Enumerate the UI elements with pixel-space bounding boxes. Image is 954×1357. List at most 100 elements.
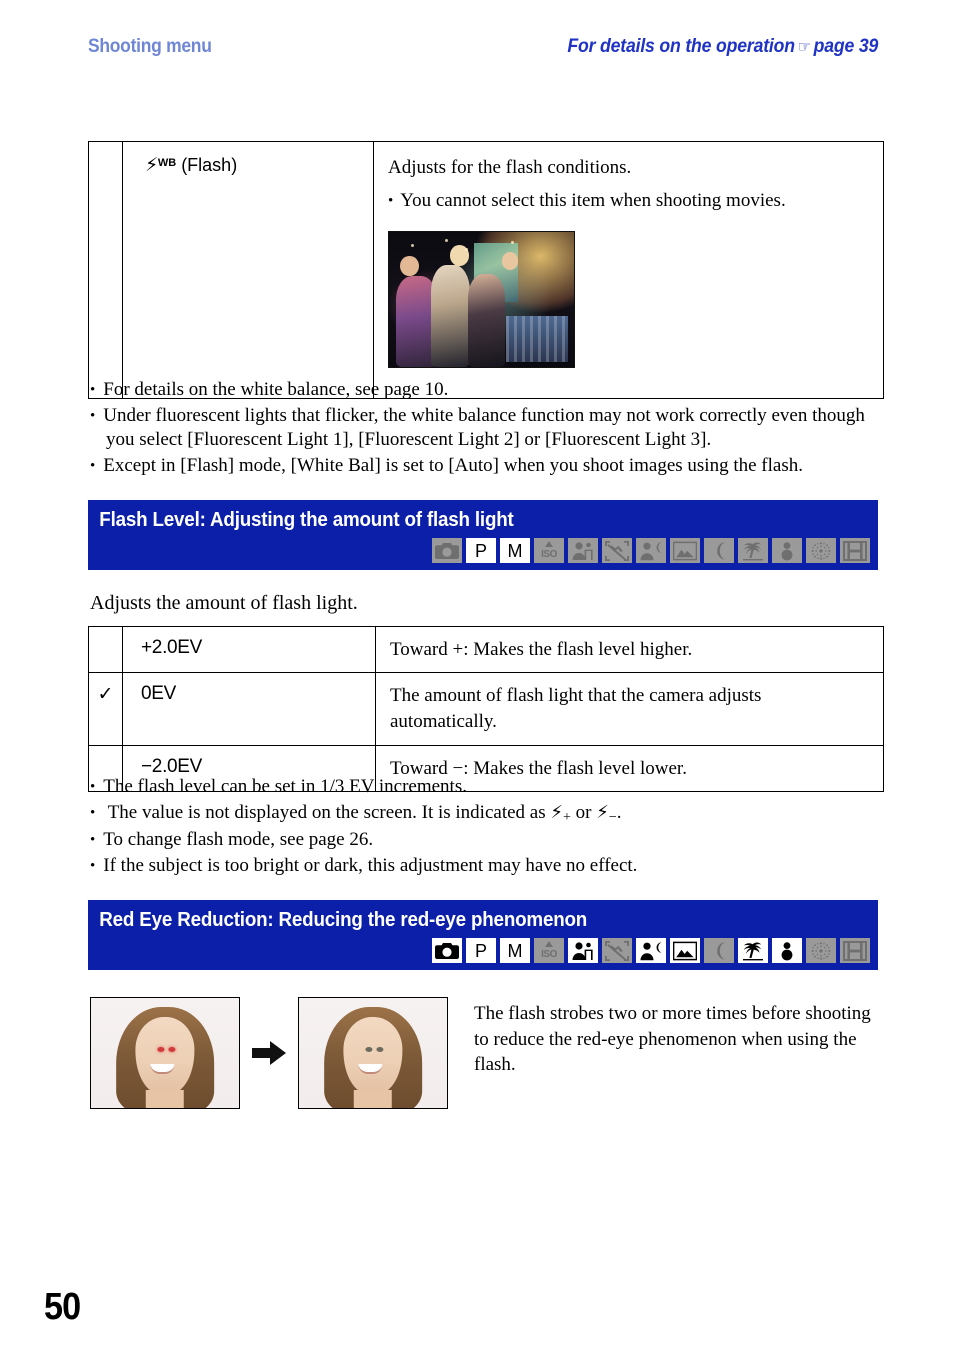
flash-plus-icon: ⚡+ <box>550 801 571 825</box>
program-mode-icon: P <box>466 938 496 963</box>
note-text: The value is not displayed on the screen… <box>107 801 551 823</box>
check-column-cell <box>88 141 123 399</box>
description-cell: Toward +: Makes the flash level higher. <box>375 625 884 674</box>
night-party-photo <box>388 230 575 368</box>
program-mode-icon: P <box>466 538 496 563</box>
level-desc: Toward +: Makes the flash level higher. <box>390 639 693 660</box>
check-cell: ✓ <box>88 672 123 746</box>
twilight-portrait-mode-icon <box>636 938 666 963</box>
red-eye-mode-icon-row: P M ISO <box>88 938 878 970</box>
note-text-or: or <box>570 801 597 823</box>
flash-term: ⚡WB (Flash) <box>123 142 373 176</box>
table-row: ⚡WB (Flash) Adjusts for the flash condit… <box>88 141 884 399</box>
term-cell: 0EV <box>122 672 376 746</box>
flash-level-banner: Flash Level: Adjusting the amount of fla… <box>88 500 878 570</box>
level-term: 0EV <box>141 683 177 705</box>
note-item: To change flash mode, see page 26. <box>90 828 890 853</box>
fireworks-mode-icon <box>806 538 836 563</box>
normal-eye-right <box>375 1047 383 1053</box>
note-item: If the subject is too bright or dark, th… <box>90 854 890 879</box>
movie-mode-icon <box>840 938 870 963</box>
red-eye-example-pair <box>90 997 448 1109</box>
photo-figures <box>396 262 526 367</box>
white-balance-flash-table: ⚡WB (Flash) Adjusts for the flash condit… <box>88 141 884 399</box>
running-head-page-ref: page 39 <box>813 36 878 57</box>
mouth <box>150 1064 175 1075</box>
portrait-without-red-eyes <box>298 997 448 1109</box>
mode-letter: P <box>474 940 487 961</box>
red-eye-description: The flash strobes two or more times befo… <box>474 1003 871 1076</box>
flash-level-intro: Adjusts the amount of flash light. <box>90 592 358 614</box>
running-head: Shooting menu For details on the operati… <box>88 36 878 66</box>
red-eye-content: The flash strobes two or more times befo… <box>90 997 885 1109</box>
flash-minus-icon: ⚡− <box>596 801 617 825</box>
flash-level-banner-title: Flash Level: Adjusting the amount of fla… <box>99 509 514 531</box>
arrow-container <box>240 1040 298 1066</box>
term-cell: ⚡WB (Flash) <box>122 141 374 399</box>
no-flash-mode-icon <box>602 538 632 563</box>
mouth <box>358 1064 383 1075</box>
face <box>343 1016 403 1094</box>
description-cell: The amount of flash light that the camer… <box>375 672 884 746</box>
red-eye-right <box>167 1047 175 1053</box>
table-row: ✓ 0EV The amount of flash light that the… <box>88 672 884 746</box>
running-head-right-text: For details on the operation <box>567 36 795 57</box>
soft-snap-mode-icon <box>568 538 598 563</box>
manual-mode-icon: M <box>500 938 530 963</box>
note-item: The flash level can be set in 1/3 EV inc… <box>90 775 890 800</box>
photo-light-dot <box>464 248 468 252</box>
red-eye-left <box>157 1047 165 1053</box>
flash-lead-text: Adjusts for the flash conditions. <box>388 157 632 178</box>
beach-mode-icon <box>738 938 768 963</box>
note-item: Under fluorescent lights that flicker, t… <box>90 404 890 453</box>
face <box>135 1016 195 1094</box>
photo-light-dot <box>411 244 415 248</box>
right-arrow-icon <box>252 1041 286 1065</box>
flash-level-mode-icon-row: P M ISO <box>88 538 878 570</box>
beach-mode-icon <box>738 538 768 563</box>
mode-letter: P <box>474 540 487 561</box>
pointing-hand-icon: ☞ <box>797 37 811 56</box>
red-eye-banner: Red Eye Reduction: Reducing the red-eye … <box>88 900 878 970</box>
photo-light-dot <box>444 238 448 242</box>
flash-level-notes: The flash level can be set in 1/3 EV inc… <box>90 775 890 879</box>
neck <box>353 1090 393 1108</box>
high-sensitivity-mode-icon: ISO <box>534 938 564 963</box>
snow-mode-icon <box>772 938 802 963</box>
default-setting-check-icon: ✓ <box>97 683 114 706</box>
iso-label: ISO <box>541 948 557 960</box>
note-text-end: . <box>616 801 622 823</box>
portrait-with-red-eyes <box>90 997 240 1109</box>
mode-letter: M <box>507 540 523 561</box>
flash-description: Adjusts for the flash conditions. You ca… <box>374 142 883 398</box>
flash-note-text: You cannot select this item when shootin… <box>388 188 869 215</box>
camera-auto-mode-icon <box>432 538 462 563</box>
running-head-right: For details on the operation ☞ page 39 <box>567 36 878 58</box>
landscape-mode-icon <box>670 538 700 563</box>
camera-auto-mode-icon <box>432 938 462 963</box>
description-cell: Adjusts for the flash conditions. You ca… <box>373 141 884 399</box>
iso-label: ISO <box>541 548 557 560</box>
note-item: Except in [Flash] mode, [White Bal] is s… <box>90 454 890 479</box>
level-desc: The amount of flash light that the camer… <box>390 685 762 733</box>
landscape-mode-icon <box>670 938 700 963</box>
level-term: +2.0EV <box>141 637 203 658</box>
flash-term-label: (Flash) <box>181 155 238 175</box>
twilight-portrait-mode-icon <box>636 538 666 563</box>
fireworks-mode-icon <box>806 938 836 963</box>
note-item: The value is not displayed on the screen… <box>90 801 890 827</box>
page-number: 50 <box>44 1286 81 1328</box>
manual-mode-icon: M <box>500 538 530 563</box>
white-balance-notes: For details on the white balance, see pa… <box>90 378 890 480</box>
no-flash-mode-icon <box>602 938 632 963</box>
neck <box>145 1090 185 1108</box>
photo-head-3 <box>501 252 519 270</box>
flash-level-table: +2.0EV Toward +: Makes the flash level h… <box>88 625 884 792</box>
photo-person-3 <box>467 274 506 367</box>
twilight-mode-icon <box>704 538 734 563</box>
twilight-mode-icon <box>704 938 734 963</box>
high-sensitivity-mode-icon: ISO <box>534 538 564 563</box>
photo-person-2 <box>431 264 471 367</box>
table-row: +2.0EV Toward +: Makes the flash level h… <box>88 625 884 674</box>
running-head-left: Shooting menu <box>88 36 212 57</box>
